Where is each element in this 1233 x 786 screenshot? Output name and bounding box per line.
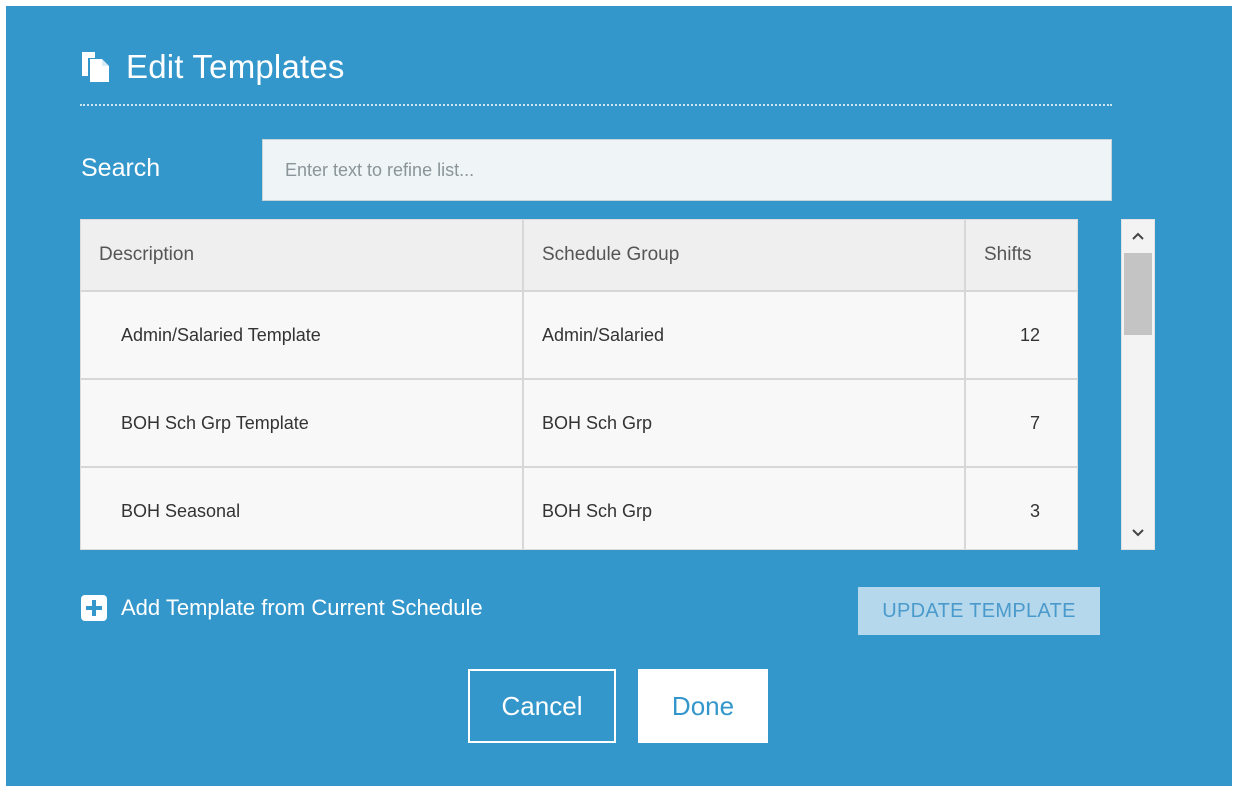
cell-schedule-group: Admin/Salaried bbox=[523, 291, 966, 380]
column-header-shifts[interactable]: Shifts bbox=[965, 220, 1077, 292]
search-input[interactable] bbox=[262, 139, 1112, 201]
dialog-title: Edit Templates bbox=[126, 48, 345, 85]
dialog-header: Edit Templates bbox=[80, 44, 345, 90]
update-template-button[interactable]: UPDATE TEMPLATE bbox=[858, 587, 1100, 635]
templates-table: Description Schedule Group Shifts Admin/… bbox=[80, 219, 1078, 550]
header-divider bbox=[80, 104, 1112, 106]
cell-shifts: 3 bbox=[965, 467, 1077, 549]
add-template-label[interactable]: Add Template from Current Schedule bbox=[121, 595, 483, 621]
add-template-link[interactable]: Add Template from Current Schedule bbox=[80, 594, 483, 622]
cell-schedule-group: BOH Sch Grp bbox=[523, 379, 966, 468]
plus-square-icon bbox=[80, 594, 108, 622]
search-label: Search bbox=[81, 154, 161, 182]
cell-shifts: 7 bbox=[965, 379, 1077, 468]
column-header-schedule-group[interactable]: Schedule Group bbox=[523, 220, 966, 292]
table-scrollbar[interactable] bbox=[1121, 219, 1155, 550]
table-row[interactable]: BOH Sch Grp Template BOH Sch Grp 7 bbox=[81, 379, 1077, 468]
cell-description: BOH Seasonal bbox=[81, 467, 524, 549]
column-header-description[interactable]: Description bbox=[81, 220, 524, 292]
edit-templates-dialog: Edit Templates Search Description Schedu… bbox=[6, 6, 1232, 786]
scrollbar-thumb[interactable] bbox=[1124, 253, 1152, 335]
cancel-button[interactable]: Cancel bbox=[468, 669, 616, 743]
cell-description: Admin/Salaried Template bbox=[81, 291, 524, 380]
table-row[interactable]: Admin/Salaried Template Admin/Salaried 1… bbox=[81, 291, 1077, 380]
copy-document-icon bbox=[80, 50, 112, 84]
scroll-down-icon[interactable] bbox=[1122, 519, 1154, 549]
cell-schedule-group: BOH Sch Grp bbox=[523, 467, 966, 549]
cell-description: BOH Sch Grp Template bbox=[81, 379, 524, 468]
scroll-up-icon[interactable] bbox=[1122, 222, 1154, 252]
cell-shifts: 12 bbox=[965, 291, 1077, 380]
table-header-row: Description Schedule Group Shifts bbox=[81, 220, 1077, 292]
done-button[interactable]: Done bbox=[638, 669, 768, 743]
table-row[interactable]: BOH Seasonal BOH Sch Grp 3 bbox=[81, 467, 1077, 549]
